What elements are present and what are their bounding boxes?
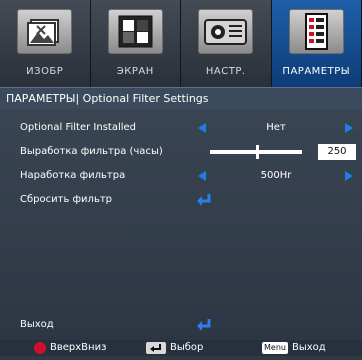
filter-hours-label: Выработка фильтра (часы) bbox=[20, 141, 163, 163]
enter-icon[interactable] bbox=[196, 193, 212, 207]
left-arrow-icon[interactable] bbox=[198, 171, 206, 181]
tab-screen-label: ЭКРАН bbox=[91, 66, 181, 77]
filter-reset-label: Сбросить фильтр bbox=[20, 189, 112, 211]
hint-select-label: Выбор bbox=[170, 340, 203, 356]
tab-settings[interactable]: НАСТР. bbox=[181, 0, 272, 87]
tab-image[interactable]: ИЗОБР bbox=[0, 0, 91, 87]
row-filter-hours[interactable]: Выработка фильтра (часы) 250 bbox=[0, 141, 362, 163]
screen-icon bbox=[108, 9, 163, 54]
settings-panel: ПАРАМЕТРЫ| Optional Filter Settings Opti… bbox=[0, 87, 362, 340]
osd-menu: ИЗОБР ЭКРАН bbox=[0, 0, 362, 356]
filter-installed-label: Optional Filter Installed bbox=[20, 117, 136, 139]
hint-exit-label: Выход bbox=[292, 340, 326, 356]
filter-reminder-value: 500Hr bbox=[210, 165, 342, 187]
image-icon bbox=[17, 9, 72, 54]
slider-handle[interactable] bbox=[256, 145, 259, 159]
menu-key-icon: Menu bbox=[262, 342, 288, 354]
hint-updown: ВверхВниз bbox=[34, 340, 106, 356]
row-filter-installed[interactable]: Optional Filter Installed Нет bbox=[0, 117, 362, 139]
filter-installed-value: Нет bbox=[210, 117, 342, 139]
row-filter-reset[interactable]: Сбросить фильтр bbox=[0, 189, 362, 211]
footer-hints: ВверхВниз Выбор Menu Выход bbox=[0, 340, 362, 356]
hint-exit: Menu Выход bbox=[262, 340, 326, 356]
right-arrow-icon[interactable] bbox=[345, 123, 353, 133]
tab-options[interactable]: ПАРАМЕТРЫ bbox=[272, 0, 362, 87]
enter-key-icon bbox=[146, 342, 166, 354]
options-icon bbox=[289, 9, 344, 54]
tab-screen[interactable]: ЭКРАН bbox=[91, 0, 182, 87]
left-arrow-icon[interactable] bbox=[198, 123, 206, 133]
tab-image-label: ИЗОБР bbox=[0, 66, 90, 77]
row-filter-reminder[interactable]: Наработка фильтра 500Hr bbox=[0, 165, 362, 187]
filter-hours-value: 250 bbox=[318, 144, 356, 160]
breadcrumb: ПАРАМЕТРЫ| Optional Filter Settings bbox=[0, 87, 362, 109]
filter-reminder-label: Наработка фильтра bbox=[20, 165, 125, 187]
hint-updown-label: ВверхВниз bbox=[50, 340, 106, 356]
hint-select: Выбор bbox=[146, 340, 203, 356]
exit-label: Выход bbox=[20, 314, 54, 336]
enter-icon[interactable] bbox=[196, 318, 212, 332]
tab-bar: ИЗОБР ЭКРАН bbox=[0, 0, 362, 87]
row-exit[interactable]: Выход bbox=[0, 314, 362, 336]
right-arrow-icon[interactable] bbox=[345, 171, 353, 181]
up-down-icon bbox=[34, 342, 46, 354]
tab-options-label: ПАРАМЕТРЫ bbox=[272, 66, 362, 77]
projector-settings-icon bbox=[198, 9, 253, 54]
tab-settings-label: НАСТР. bbox=[181, 66, 271, 77]
